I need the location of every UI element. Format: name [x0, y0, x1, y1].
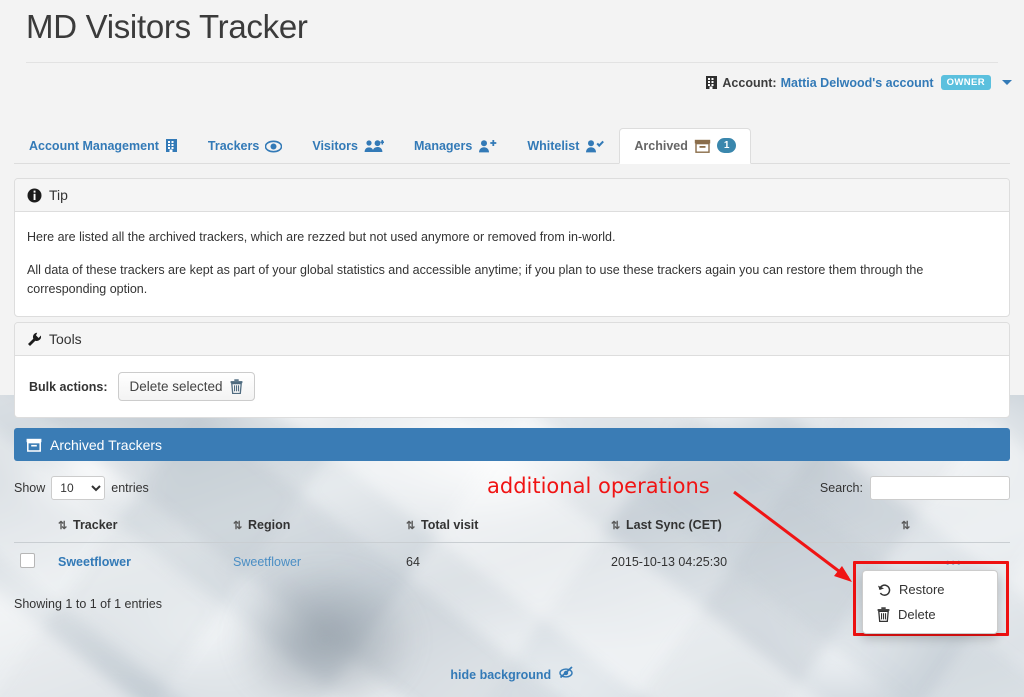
archived-count-badge: 1 [716, 138, 737, 153]
tab-managers[interactable]: Managers [399, 129, 512, 164]
tab-label: Visitors [312, 139, 358, 153]
sort-icon: ⇅ [611, 520, 621, 532]
building-icon [705, 75, 718, 90]
account-name-link[interactable]: Mattia Delwood's account [781, 76, 934, 90]
users-icon [364, 139, 384, 153]
tab-label: Trackers [207, 139, 260, 153]
search-input[interactable] [870, 476, 1010, 500]
tab-visitors[interactable]: Visitors [297, 129, 399, 164]
annotation-text: additional operations [487, 474, 710, 498]
page-length-control: Show 10 25 50 100 entries [14, 476, 149, 500]
tab-label: Archived [634, 138, 688, 153]
eye-slash-icon [558, 666, 574, 679]
cell-tracker: Sweetflower [52, 543, 227, 582]
annotation-arrow [733, 490, 852, 582]
delete-selected-label: Delete selected [129, 379, 223, 394]
tip-paragraph-1: Here are listed all the archived tracker… [27, 230, 616, 244]
tab-label: Account Management [29, 138, 159, 153]
show-label: Show [14, 481, 46, 495]
tip-panel-body: Here are listed all the archived tracker… [15, 212, 1009, 316]
tools-panel-title: Tools [49, 331, 82, 347]
undo-icon [877, 583, 891, 597]
wrench-icon [27, 332, 42, 347]
eye-icon [265, 140, 283, 153]
column-header-actions: ⇅ [895, 510, 1010, 543]
column-label: Last Sync (CET) [626, 518, 722, 532]
column-header-region[interactable]: ⇅ Region [227, 510, 400, 543]
tools-panel: Tools Bulk actions: Delete selected [14, 322, 1010, 418]
tab-trackers[interactable]: Trackers [193, 129, 297, 164]
delete-selected-button[interactable]: Delete selected [117, 372, 255, 401]
menu-item-label: Restore [899, 582, 945, 597]
column-header-tracker[interactable]: ⇅ Tracker [52, 510, 227, 543]
cell-region: Sweetflower [227, 543, 400, 582]
tab-account-management[interactable]: Account Management [14, 128, 193, 164]
trash-icon [877, 607, 890, 622]
account-prefix-label: Account: [722, 75, 777, 90]
archive-icon [26, 438, 42, 452]
tip-panel: Tip Here are listed all the archived tra… [14, 178, 1010, 318]
column-header-total-visit[interactable]: ⇅ Total visit [400, 510, 605, 543]
select-all-column [14, 510, 52, 543]
bulk-actions-row: Bulk actions: Delete selected [15, 368, 1009, 403]
column-label: Region [248, 518, 291, 532]
user-plus-icon [478, 139, 497, 153]
tip-panel-header: Tip [15, 179, 1009, 212]
sort-icon: ⇅ [58, 520, 68, 532]
cell-total-visit: 64 [406, 555, 420, 569]
tab-whitelist[interactable]: Whitelist [512, 129, 619, 164]
tools-panel-header: Tools [15, 323, 1009, 356]
trash-icon [230, 379, 243, 394]
menu-item-delete[interactable]: Delete [863, 602, 997, 627]
building-icon [165, 138, 178, 153]
page-length-select[interactable]: 10 25 50 100 [51, 476, 106, 500]
sort-icon: ⇅ [901, 520, 911, 532]
row-checkbox[interactable] [20, 553, 35, 568]
menu-item-restore[interactable]: Restore [863, 577, 997, 602]
row-select-cell [14, 543, 52, 582]
archive-icon [694, 139, 711, 153]
user-check-icon [585, 139, 605, 153]
column-label: Total visit [421, 518, 479, 532]
account-bar: Account: Mattia Delwood's account OWNER [705, 75, 1012, 90]
entries-label: entries [111, 481, 149, 495]
hide-background-label: hide background [450, 668, 552, 682]
sort-icon: ⇅ [406, 520, 416, 532]
tab-label: Managers [413, 139, 473, 153]
row-actions-dropdown: Restore Delete [862, 570, 998, 634]
caret-down-icon[interactable] [1002, 80, 1012, 85]
column-label: Tracker [73, 518, 118, 532]
tab-archived[interactable]: Archived 1 [619, 128, 752, 164]
hide-background-link[interactable]: hide background [0, 666, 1024, 682]
owner-badge: OWNER [940, 75, 991, 90]
tip-panel-title: Tip [49, 187, 68, 203]
menu-item-label: Delete [898, 607, 936, 622]
tools-panel-body: Bulk actions: Delete selected [15, 356, 1009, 417]
sort-icon: ⇅ [233, 520, 243, 532]
page-title: MD Visitors Tracker [26, 8, 308, 45]
tab-label: Whitelist [527, 139, 580, 153]
bulk-actions-label: Bulk actions: [29, 379, 108, 394]
info-icon [27, 188, 42, 203]
header-divider [26, 62, 998, 63]
archived-trackers-header: Archived Trackers [14, 428, 1010, 461]
tracker-link[interactable]: Sweetflower [58, 555, 131, 569]
main-tabs: Account Management Trackers Visitors Man… [14, 124, 1010, 164]
tip-paragraph-2: All data of these trackers are kept as p… [27, 262, 924, 296]
archived-trackers-title: Archived Trackers [50, 436, 163, 453]
region-link[interactable]: Sweetflower [233, 555, 301, 569]
